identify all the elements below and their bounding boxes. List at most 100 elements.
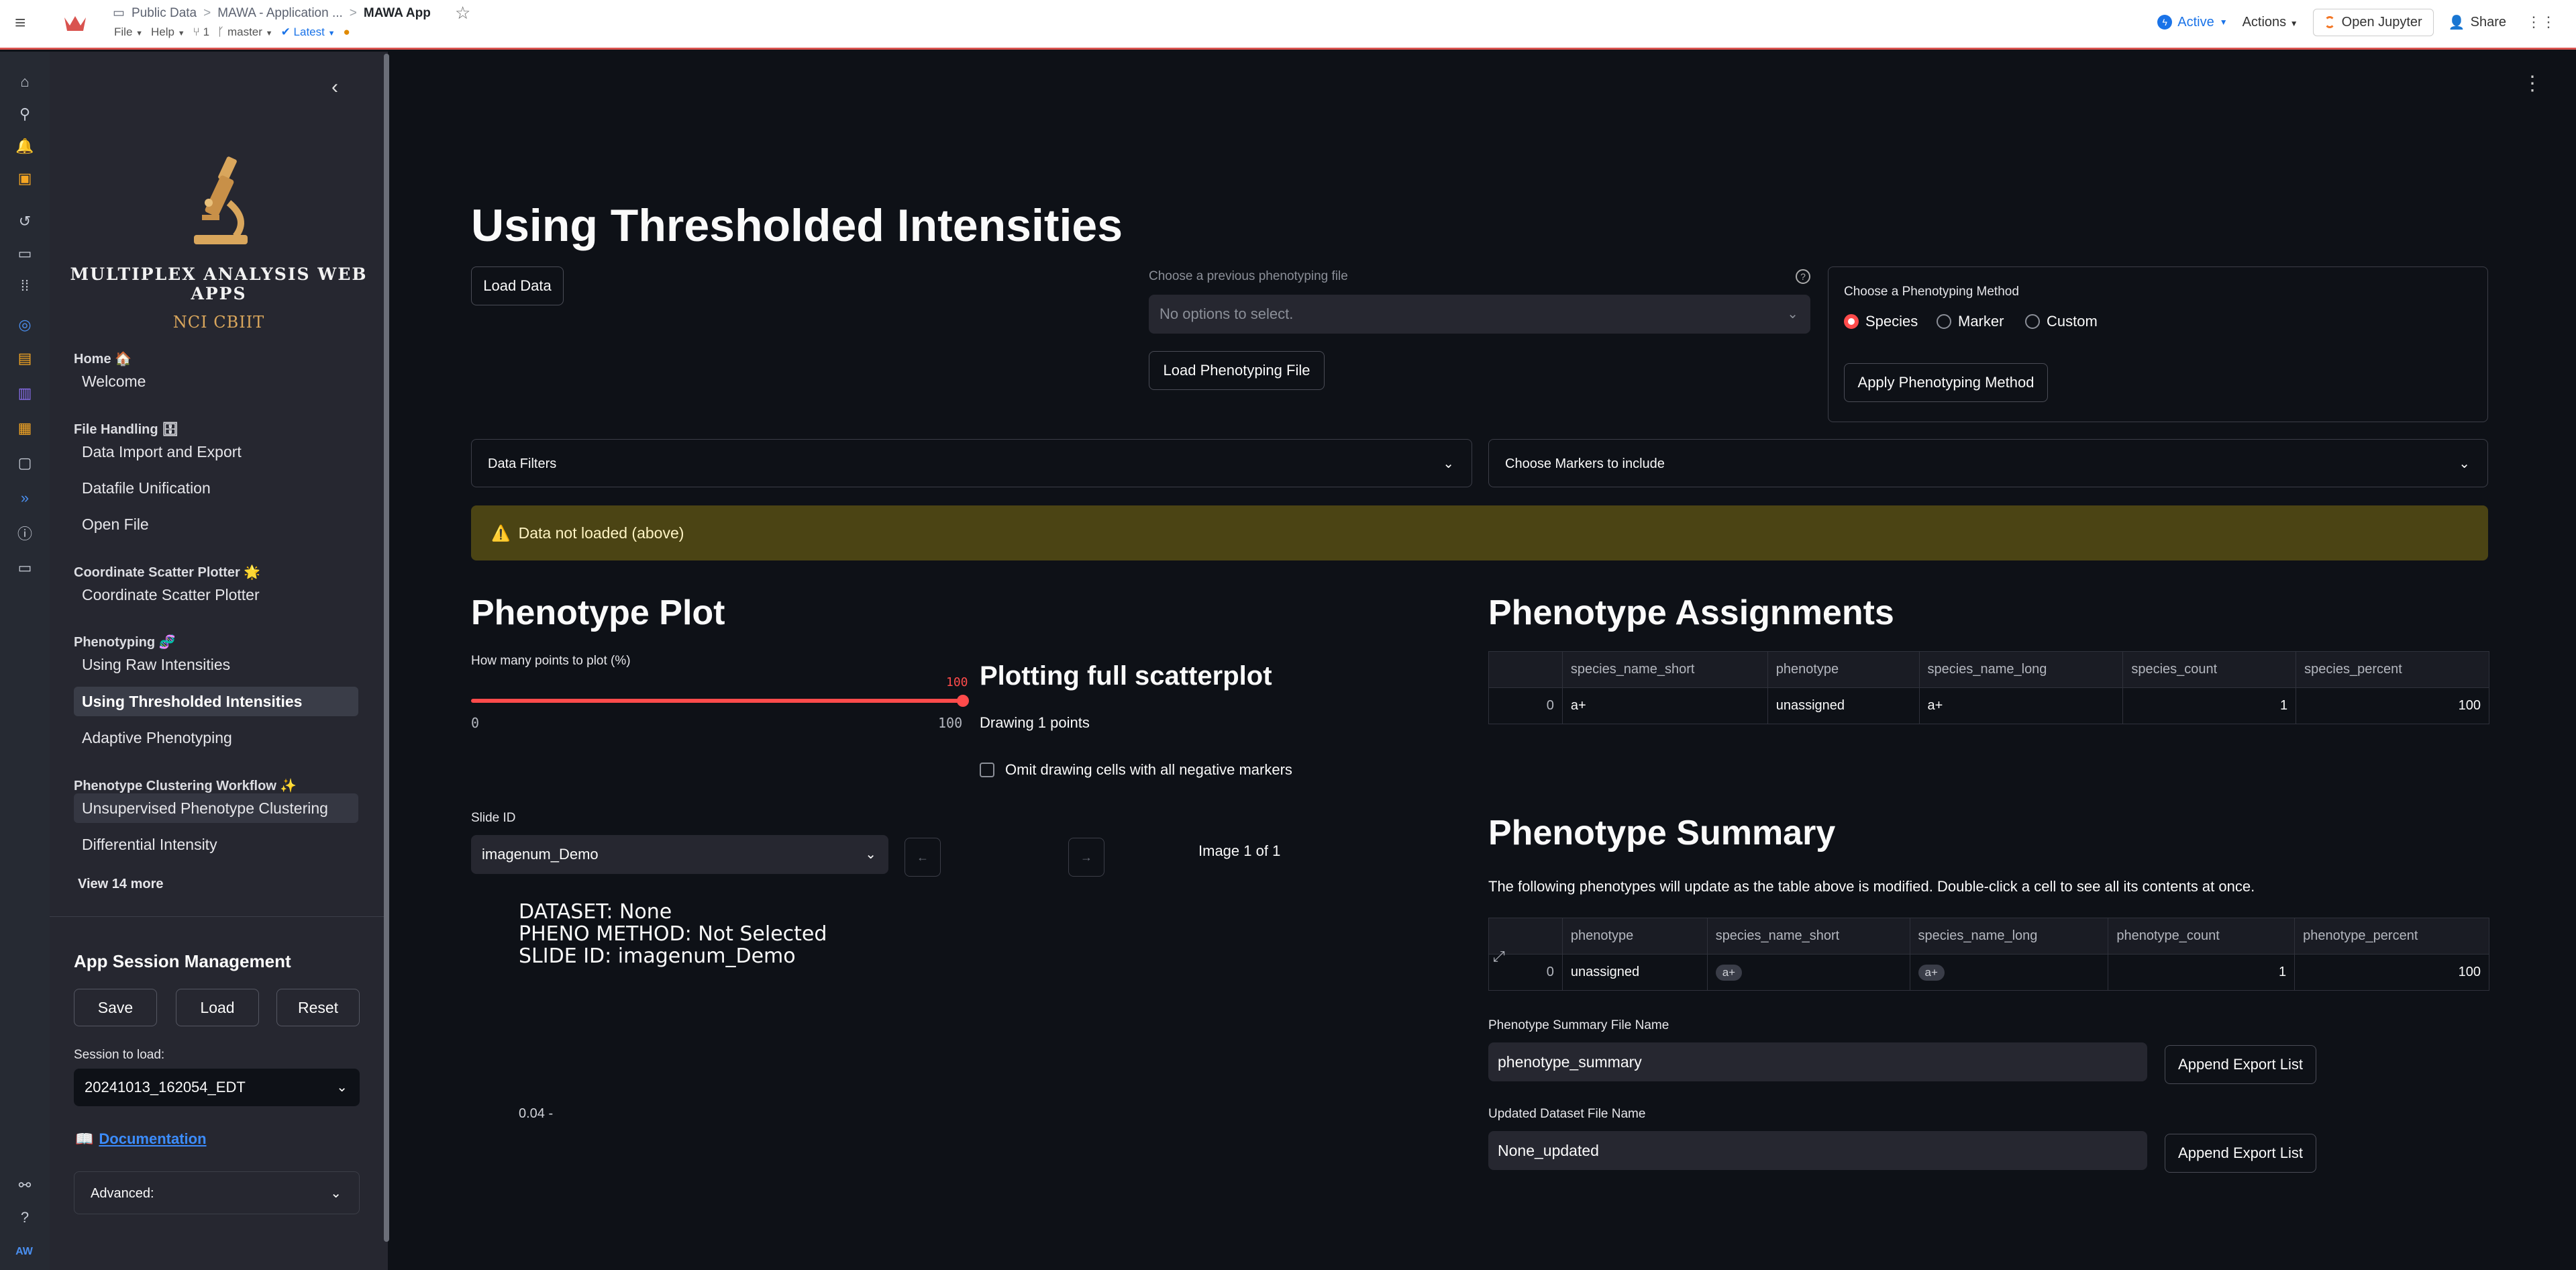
app-icon[interactable]: ▦ — [15, 418, 35, 438]
info-icon[interactable]: ⓘ — [15, 523, 35, 543]
branch-count[interactable]: ⑂ 1 — [193, 26, 209, 39]
advanced-expander[interactable]: Advanced: ⌄ — [74, 1171, 360, 1214]
sidebar-item-thresholded-intensities[interactable]: Using Thresholded Intensities — [74, 687, 358, 716]
help-icon[interactable]: ? — [15, 1208, 35, 1228]
radio-custom[interactable]: Custom — [2025, 313, 2098, 330]
column-header[interactable]: species_percent — [2296, 651, 2489, 688]
chart-icon[interactable]: ▥ — [15, 383, 35, 403]
table-cell[interactable]: 1 — [2122, 687, 2297, 724]
status-active-dropdown[interactable]: ϟ Active ▼ — [2157, 15, 2228, 30]
updated-file-input[interactable]: None_updated — [1488, 1131, 2147, 1170]
documentation-link[interactable]: Documentation — [99, 1130, 206, 1148]
help-menu[interactable]: Help ▼ — [151, 26, 185, 39]
folder-icon[interactable]: ▭ — [15, 244, 35, 264]
summary-file-input[interactable]: phenotype_summary — [1488, 1042, 2147, 1081]
apply-phenotyping-method-button[interactable]: Apply Phenotyping Method — [1844, 363, 2048, 402]
table-cell[interactable]: 100 — [2294, 954, 2489, 991]
table-row[interactable]: 0 a+ unassigned a+ 1 100 — [1488, 687, 2489, 724]
file-menu[interactable]: File ▼ — [114, 26, 143, 39]
explore-icon[interactable]: ◎ — [15, 315, 35, 335]
star-icon[interactable]: ☆ — [455, 3, 470, 23]
view-more-link[interactable]: View 14 more — [78, 877, 163, 892]
user-avatar[interactable]: AW — [13, 1241, 35, 1263]
previous-image-button[interactable]: ← — [905, 838, 941, 877]
column-header[interactable]: species_name_long — [1909, 918, 2109, 955]
omit-negative-checkbox[interactable]: Omit drawing cells with all negative mar… — [980, 761, 1292, 779]
sidebar-item-adaptive-phenotyping[interactable]: Adaptive Phenotyping — [74, 723, 358, 752]
breadcrumb-project[interactable]: MAWA - Application ... — [217, 6, 343, 21]
more-options-icon[interactable]: ⋮ — [2522, 72, 2542, 95]
help-icon[interactable]: ? — [1796, 269, 1810, 284]
method-label: Choose a Phenotyping Method — [1844, 285, 2019, 299]
monitor-icon[interactable]: ▢ — [15, 453, 35, 473]
points-slider-thumb[interactable] — [957, 695, 969, 707]
hamburger-menu-icon[interactable]: ≡ — [15, 13, 34, 32]
choose-markers-expander[interactable]: Choose Markers to include ⌄ — [1488, 439, 2488, 487]
reset-button[interactable]: Reset — [276, 989, 360, 1026]
dataset-icon[interactable]: ▤ — [15, 348, 35, 369]
gift-icon[interactable]: ▣ — [15, 168, 35, 189]
table-cell[interactable]: a+ — [1561, 687, 1768, 724]
points-slider-track[interactable] — [471, 699, 964, 703]
column-header[interactable]: species_name_short — [1706, 918, 1910, 955]
breadcrumb-public-data[interactable]: Public Data — [132, 6, 197, 21]
load-button[interactable]: Load — [176, 989, 259, 1026]
code-icon[interactable]: » — [15, 488, 35, 508]
append-export-list-button-2[interactable]: Append Export List — [2165, 1134, 2316, 1173]
sidebar-item-unsupervised-clustering[interactable]: Unsupervised Phenotype Clustering — [74, 793, 358, 823]
apps-grid-icon[interactable]: ⋮⋮ — [2526, 13, 2556, 31]
sidebar-scrollbar[interactable] — [384, 54, 389, 1242]
sidebar-item-coordinate-scatter-plotter[interactable]: Coordinate Scatter Plotter — [74, 580, 358, 609]
branch-selector[interactable]: ᚴ master ▼ — [217, 26, 273, 39]
slide-id-select[interactable]: imagenum_Demo ⌄ — [471, 835, 888, 874]
table-cell[interactable]: 1 — [2108, 954, 2296, 991]
notifications-icon[interactable]: 🔔 — [15, 136, 35, 156]
app-logo[interactable] — [62, 11, 89, 35]
column-header[interactable] — [1488, 651, 1563, 688]
column-header[interactable]: phenotype — [1767, 651, 1920, 688]
sidebar-item-datafile-unification[interactable]: Datafile Unification — [74, 473, 358, 503]
load-data-button[interactable]: Load Data — [471, 266, 564, 305]
workflow-icon[interactable]: ⚯ — [15, 1175, 35, 1195]
radio-marker[interactable]: Marker — [1937, 313, 2004, 330]
table-row[interactable]: 0 unassigned a+ a+ 1 100 — [1488, 954, 2489, 991]
summary-table[interactable]: phenotype species_name_short species_nam… — [1488, 918, 2489, 991]
expand-table-icon[interactable]: ⤢ — [1493, 948, 1505, 965]
open-jupyter-button[interactable]: Open Jupyter — [2312, 8, 2434, 36]
share-button[interactable]: 👤 Share — [2449, 14, 2506, 31]
next-image-button[interactable]: → — [1068, 838, 1104, 877]
sidebar-item-welcome[interactable]: Welcome — [74, 367, 358, 396]
table-cell[interactable]: 100 — [2296, 687, 2489, 724]
history-icon[interactable]: ↺ — [15, 211, 35, 232]
search-icon[interactable]: ⚲ — [15, 104, 35, 124]
folder-open-icon[interactable]: ▭ — [15, 558, 35, 578]
table-cell[interactable]: unassigned — [1561, 954, 1708, 991]
sidebar-item-open-file[interactable]: Open File — [74, 509, 358, 539]
column-header[interactable]: phenotype_count — [2108, 918, 2296, 955]
table-cell[interactable]: unassigned — [1767, 687, 1920, 724]
save-button[interactable]: Save — [74, 989, 157, 1026]
sidebar-item-differential-intensity[interactable]: Differential Intensity — [74, 830, 358, 859]
session-select[interactable]: 20241013_162054_EDT ⌄ — [74, 1069, 360, 1106]
table-cell[interactable]: a+ — [1918, 687, 2124, 724]
sidebar-item-data-import-export[interactable]: Data Import and Export — [74, 437, 358, 467]
table-cell[interactable]: a+ — [1909, 954, 2109, 991]
radio-species[interactable]: Species — [1844, 313, 1918, 330]
apps-icon[interactable]: ⁞⁞ — [15, 276, 35, 296]
home-icon[interactable]: ⌂ — [15, 72, 35, 92]
load-phenotyping-file-button[interactable]: Load Phenotyping File — [1149, 351, 1325, 390]
append-export-list-button-1[interactable]: Append Export List — [2165, 1045, 2316, 1084]
data-filters-expander[interactable]: Data Filters ⌄ — [471, 439, 1472, 487]
sidebar-item-raw-intensities[interactable]: Using Raw Intensities — [74, 650, 358, 679]
column-header[interactable]: species_name_long — [1918, 651, 2124, 688]
prev-file-select[interactable]: No options to select. ⌄ — [1149, 295, 1810, 334]
actions-menu[interactable]: Actions ▼ — [2243, 15, 2298, 30]
table-cell[interactable]: a+ — [1706, 954, 1910, 991]
collapse-sidebar-icon[interactable]: ‹ — [331, 76, 338, 99]
column-header[interactable]: phenotype_percent — [2294, 918, 2489, 955]
version-selector[interactable]: ✔ Latest ▼ — [281, 26, 336, 39]
column-header[interactable]: phenotype — [1561, 918, 1708, 955]
assignments-table[interactable]: species_name_short phenotype species_nam… — [1488, 651, 2489, 724]
column-header[interactable]: species_name_short — [1561, 651, 1768, 688]
column-header[interactable]: species_count — [2122, 651, 2297, 688]
